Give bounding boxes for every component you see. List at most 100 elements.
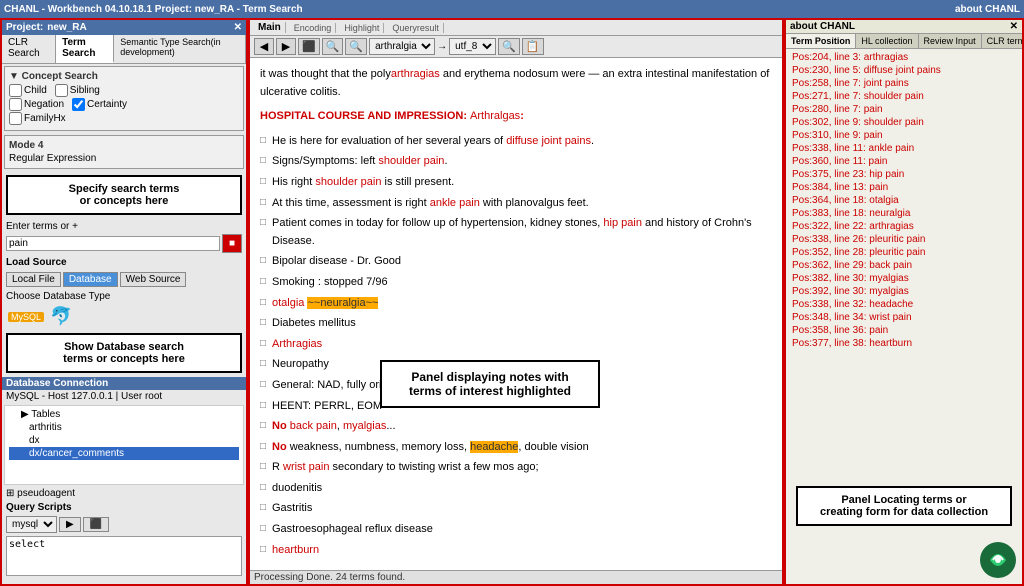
load-source-label: Load Source	[2, 255, 246, 270]
term-item-20[interactable]: Pos:338, line 32: headache	[790, 298, 1018, 311]
term-item-9[interactable]: Pos:360, line 11: pain	[790, 155, 1018, 168]
query-run-btn[interactable]: ▶	[59, 517, 81, 532]
tab-clr-term-mapping[interactable]: CLR term mapping	[982, 34, 1024, 48]
term-item-18[interactable]: Pos:382, line 30: myalgias	[790, 272, 1018, 285]
term-item-14[interactable]: Pos:322, line 22: arthragias	[790, 220, 1018, 233]
left-tab-row: CLR Search Term Search Semantic Type Sea…	[2, 35, 246, 64]
tab-hl-collection[interactable]: HL collection	[856, 34, 918, 48]
negation-checkbox[interactable]	[9, 98, 22, 111]
search-button[interactable]: ■	[222, 234, 242, 253]
term-item-23[interactable]: Pos:377, line 38: heartburn	[790, 337, 1018, 350]
concept-checkbox-row1: Child Sibling	[9, 84, 239, 97]
tree-tables[interactable]: ▶ Tables	[9, 408, 239, 421]
doc-line-12: □ Arthragias	[260, 335, 772, 355]
about-link[interactable]: about CHANL	[955, 4, 1020, 15]
tab-review-input[interactable]: Review Input	[919, 34, 982, 48]
child-checkbox-group[interactable]: Child	[9, 84, 47, 97]
document-content[interactable]: it was thought that the polyarthragias a…	[250, 58, 782, 570]
db-type-label: Choose Database Type	[2, 289, 246, 304]
line-marker-15: □	[260, 398, 272, 414]
term-item-13[interactable]: Pos:383, line 18: neuralgia	[790, 207, 1018, 220]
export-btn[interactable]: 📋	[522, 38, 544, 55]
line-marker-16: □	[260, 418, 272, 434]
line-marker-12: □	[260, 336, 272, 352]
web-source-btn[interactable]: Web Source	[120, 272, 187, 287]
search-go-btn[interactable]: 🔍	[498, 38, 520, 55]
tree-dx-cancer[interactable]: dx/cancer_comments	[9, 447, 239, 460]
specify-terms-callout: Specify search terms or concepts here	[6, 175, 242, 215]
query-stop-btn[interactable]: ⬛	[83, 517, 109, 532]
term-item-3[interactable]: Pos:258, line 7: joint pains	[790, 77, 1018, 90]
term-item-8[interactable]: Pos:338, line 11: ankle pain	[790, 142, 1018, 155]
tree-arthritis[interactable]: arthritis	[9, 421, 239, 434]
term-item-19[interactable]: Pos:392, line 30: myalgias	[790, 285, 1018, 298]
db-host: MySQL - Host 127.0.0.1 | User root	[2, 390, 246, 403]
tab-term-position[interactable]: Term Position	[786, 34, 856, 48]
pseudoagent-label: ⊞ pseudoagent	[2, 487, 246, 500]
certainty-checkbox[interactable]	[72, 98, 85, 111]
certainty-checkbox-group[interactable]: Certainty	[72, 98, 127, 111]
doc-text-4: Signs/Symptoms: left shoulder pain.	[272, 153, 772, 171]
term-item-4[interactable]: Pos:271, line 7: shoulder pain	[790, 90, 1018, 103]
negation-label: Negation	[24, 99, 64, 110]
project-label: Project:	[6, 22, 43, 33]
zoom-out-btn[interactable]: 🔍	[345, 38, 367, 55]
doc-line-5: □ His right shoulder pain is still prese…	[260, 173, 772, 193]
negation-checkbox-group[interactable]: Negation	[9, 98, 64, 111]
search-input[interactable]	[6, 236, 220, 251]
term-item-5[interactable]: Pos:280, line 7: pain	[790, 103, 1018, 116]
doc-line-header: HOSPITAL COURSE AND IMPRESSION: Arthralg…	[260, 103, 772, 131]
encoding-select[interactable]: utf_8	[449, 38, 496, 55]
doc-text-21: Gastroesophageal reflux disease	[272, 521, 772, 539]
db-callout-line2: terms or concepts here	[16, 353, 232, 365]
term-item-7[interactable]: Pos:310, line 9: pain	[790, 129, 1018, 142]
title-bar: CHANL - Workbench 04.10.18.1 Project: ne…	[0, 0, 1024, 18]
term-item-6[interactable]: Pos:302, line 9: shoulder pain	[790, 116, 1018, 129]
term-item-15[interactable]: Pos:338, line 26: pleuritic pain	[790, 233, 1018, 246]
term-item-1[interactable]: Pos:204, line 3: arthragias	[790, 51, 1018, 64]
sibling-checkbox[interactable]	[55, 84, 68, 97]
term-item-12[interactable]: Pos:364, line 18: otalgia	[790, 194, 1018, 207]
nav-section: Main	[254, 22, 286, 33]
callout-line1: Specify search terms	[16, 183, 232, 195]
project-close[interactable]: ✕	[234, 22, 242, 33]
query-scripts-label: Query Scripts	[2, 500, 246, 515]
database-btn[interactable]: Database	[63, 272, 118, 287]
chanl-logo	[978, 540, 1018, 580]
mode-section: Mode 4 Regular Expression	[4, 135, 244, 169]
line-marker-17: □	[260, 439, 272, 455]
tree-dx[interactable]: dx	[9, 434, 239, 447]
terms-list[interactable]: Pos:204, line 3: arthragias Pos:230, lin…	[786, 49, 1022, 476]
zoom-in-btn[interactable]: 🔍	[322, 38, 344, 55]
term-item-11[interactable]: Pos:384, line 13: pain	[790, 181, 1018, 194]
local-file-btn[interactable]: Local File	[6, 272, 61, 287]
term-item-16[interactable]: Pos:352, line 28: pleuritic pain	[790, 246, 1018, 259]
sibling-checkbox-group[interactable]: Sibling	[55, 84, 100, 97]
tab-term-search[interactable]: Term Search	[56, 35, 114, 63]
logo-area	[786, 536, 1022, 584]
query-engine-select[interactable]: mysql	[6, 516, 57, 533]
fwd-btn[interactable]: ▶	[276, 38, 296, 55]
sibling-label: Sibling	[70, 85, 100, 96]
toolbar2: ◀ ▶ ⬛ 🔍 🔍 arthralgia → utf_8 🔍 📋	[250, 36, 782, 58]
term-item-17[interactable]: Pos:362, line 29: back pain	[790, 259, 1018, 272]
query-textarea[interactable]: select	[6, 536, 242, 576]
query-row: mysql ▶ ⬛	[2, 515, 246, 534]
familyhx-checkbox-group[interactable]: FamilyHx	[9, 112, 66, 125]
search-term-select[interactable]: arthralgia	[369, 38, 435, 55]
term-item-22[interactable]: Pos:358, line 36: pain	[790, 324, 1018, 337]
db-tree: ▶ Tables arthritis dx dx/cancer_comments	[4, 405, 244, 485]
back-btn[interactable]: ◀	[254, 38, 274, 55]
term-item-21[interactable]: Pos:348, line 34: wrist pain	[790, 311, 1018, 324]
tab-semantic[interactable]: Semantic Type Search(in development)	[114, 35, 246, 63]
doc-line-4: □ Signs/Symptoms: left shoulder pain.	[260, 152, 772, 172]
child-checkbox[interactable]	[9, 84, 22, 97]
mysql-logo: MySQL	[8, 312, 44, 322]
right-panel-close[interactable]: ✕	[1010, 21, 1018, 32]
familyhx-checkbox[interactable]	[9, 112, 22, 125]
right-callout-line2: creating form for data collection	[806, 506, 1002, 518]
tab-clr-search[interactable]: CLR Search	[2, 35, 56, 63]
term-item-2[interactable]: Pos:230, line 5: diffuse joint pains	[790, 64, 1018, 77]
stop-btn[interactable]: ⬛	[298, 38, 320, 55]
term-item-10[interactable]: Pos:375, line 23: hip pain	[790, 168, 1018, 181]
